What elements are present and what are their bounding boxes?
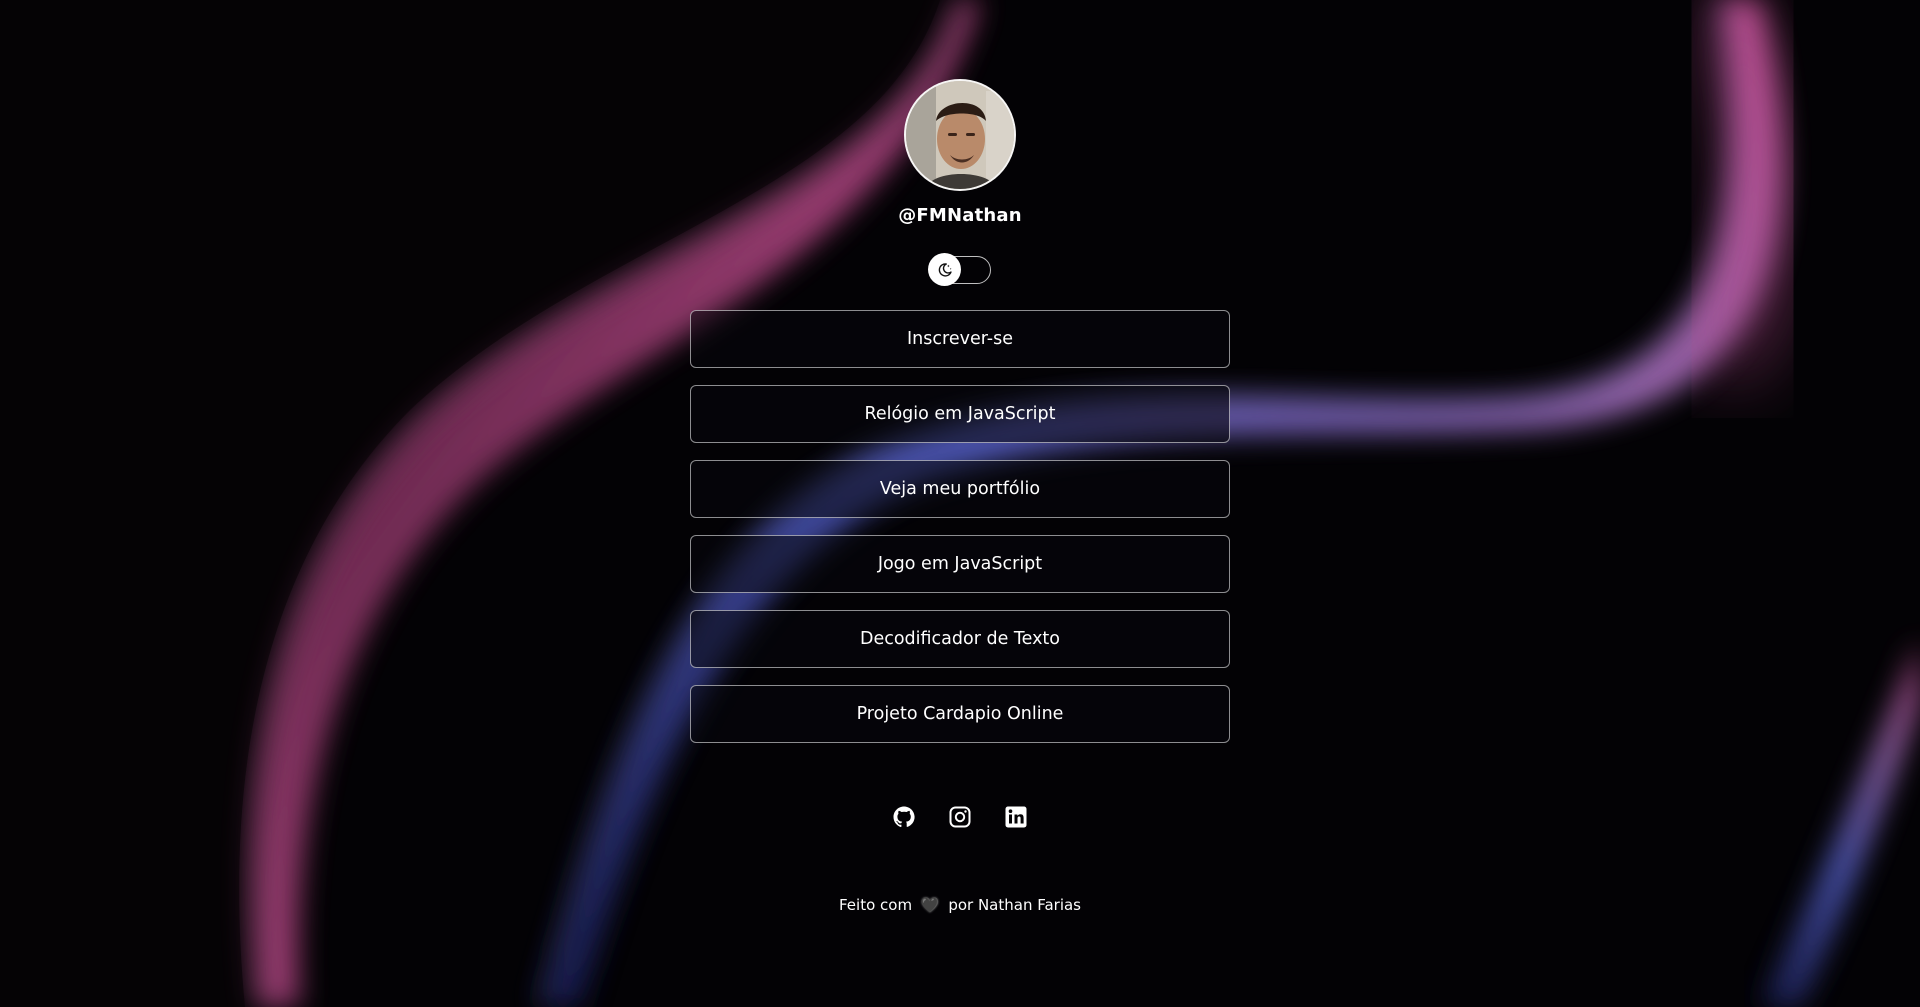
linkedin-icon: [1005, 806, 1027, 828]
avatar-photo: [906, 81, 1014, 189]
github-link[interactable]: [892, 805, 916, 829]
link-button-portfolio[interactable]: Veja meu portfólio: [690, 460, 1230, 518]
link-button-jogo[interactable]: Jogo em JavaScript: [690, 535, 1230, 593]
linkedin-link[interactable]: [1004, 805, 1028, 829]
links-list: Inscrever-se Relógio em JavaScript Veja …: [690, 310, 1230, 760]
link-button-cardapio[interactable]: Projeto Cardapio Online: [690, 685, 1230, 743]
instagram-link[interactable]: [948, 805, 972, 829]
toggle-knob[interactable]: [928, 253, 961, 286]
profile-page: @FMNathan Inscrever-se Relógio em JavaSc…: [0, 0, 1920, 1007]
theme-toggle[interactable]: [928, 253, 991, 286]
profile-username: @FMNathan: [898, 205, 1022, 226]
link-button-inscrever[interactable]: Inscrever-se: [690, 310, 1230, 368]
instagram-icon: [949, 806, 971, 828]
link-button-decodificador[interactable]: Decodificador de Texto: [690, 610, 1230, 668]
github-icon: [893, 806, 915, 828]
footer-prefix: Feito com: [838, 896, 913, 914]
black-heart-icon: 🖤: [920, 896, 940, 914]
footer-credit: Feito com 🖤 por Nathan Farias: [660, 896, 1260, 914]
social-links: [860, 805, 1060, 829]
link-button-relogio[interactable]: Relógio em JavaScript: [690, 385, 1230, 443]
avatar: [904, 79, 1016, 191]
footer-suffix: por Nathan Farias: [948, 896, 1081, 914]
moon-stars-icon: [938, 262, 952, 277]
